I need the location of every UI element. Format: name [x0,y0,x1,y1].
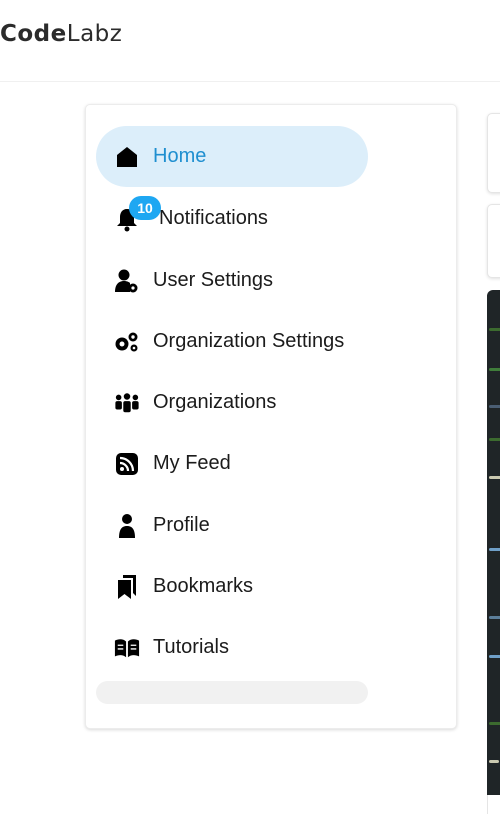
code-line [489,760,499,763]
sidebar-item-tutorials[interactable]: Tutorials [96,617,368,678]
rss-feed-icon [114,451,140,477]
sidebar-item-label: Organization Settings [153,330,345,352]
code-line [489,476,500,479]
code-line [489,405,500,408]
home-icon [114,144,140,170]
sidebar-item-label: My Feed [153,452,231,474]
code-line [489,328,500,331]
sidebar-item-label: Organizations [153,391,277,413]
code-line [489,438,500,441]
sidebar-item-user-settings[interactable]: User Settings [96,250,368,311]
notification-count-badge: 10 [129,196,161,220]
sidebar-item-organizations[interactable]: Organizations [96,372,368,433]
open-book-icon [114,635,140,661]
brand-suffix: Labz [66,21,123,47]
sidebar-item-label: Profile [153,514,210,536]
people-group-icon [114,390,140,416]
sidebar-item-notifications[interactable]: 10 Notifications [96,188,368,249]
sidebar-placeholder-bar [96,681,368,704]
code-line [489,655,500,658]
top-app-bar: CodeLabz [0,0,500,82]
sidebar-menu: Home 10 Notifications User Settings Orga… [85,104,457,729]
code-preview-panel [487,290,500,795]
sidebar-item-label: User Settings [153,269,274,291]
content-footer [487,795,500,814]
sidebar-item-label: Tutorials [153,636,229,658]
code-line [489,548,500,551]
sidebar-item-profile[interactable]: Profile [96,495,368,556]
bookmarks-icon [114,574,140,600]
user-settings-icon [114,268,140,294]
content-card [487,113,500,193]
content-card [487,204,500,278]
code-line [489,368,500,371]
brand-prefix: Code [0,21,67,47]
code-line [489,722,500,725]
sidebar-item-home[interactable]: Home [96,126,368,187]
sidebar-item-label: Home [153,145,207,167]
sidebar-item-label: Bookmarks [153,575,254,597]
sidebar-item-bookmarks[interactable]: Bookmarks [96,556,368,617]
sidebar-item-organization-settings[interactable]: Organization Settings [96,311,368,372]
brand-logo[interactable]: CodeLabz [0,21,122,47]
person-icon [114,513,140,539]
code-line [489,616,500,619]
sidebar-item-label: Notifications [159,207,268,229]
gears-icon [114,329,140,355]
sidebar-item-my-feed[interactable]: My Feed [96,433,368,494]
